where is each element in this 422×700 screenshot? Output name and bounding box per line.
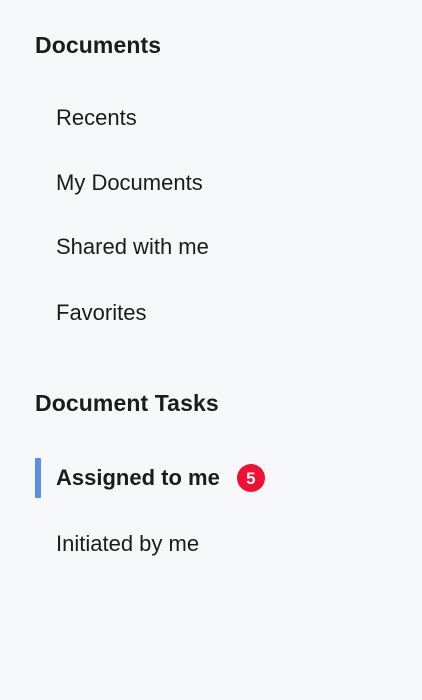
nav-item-label: Initiated by me bbox=[56, 531, 200, 556]
section-title-document-tasks: Document Tasks bbox=[35, 390, 219, 416]
active-indicator bbox=[35, 458, 41, 498]
nav-item-shared-with-me[interactable]: Shared with me bbox=[35, 227, 209, 267]
nav-item-initiated-by-me[interactable]: Initiated by me bbox=[35, 524, 199, 564]
nav-item-label: Shared with me bbox=[56, 234, 209, 259]
nav-item-label: Assigned to me bbox=[56, 465, 220, 490]
nav-item-assigned-to-me[interactable]: Assigned to me 5 bbox=[35, 458, 265, 498]
nav-item-my-documents[interactable]: My Documents bbox=[35, 163, 203, 203]
nav-item-label: Favorites bbox=[56, 300, 147, 325]
count-badge: 5 bbox=[236, 464, 265, 492]
nav-item-label: My Documents bbox=[56, 170, 203, 195]
sidebar: Documents Recents My Documents Shared wi… bbox=[0, 0, 422, 700]
nav-item-label: Recents bbox=[56, 105, 137, 130]
section-title-documents: Documents bbox=[35, 32, 162, 58]
nav-item-favorites[interactable]: Favorites bbox=[35, 293, 146, 333]
nav-item-recents[interactable]: Recents bbox=[35, 98, 137, 138]
